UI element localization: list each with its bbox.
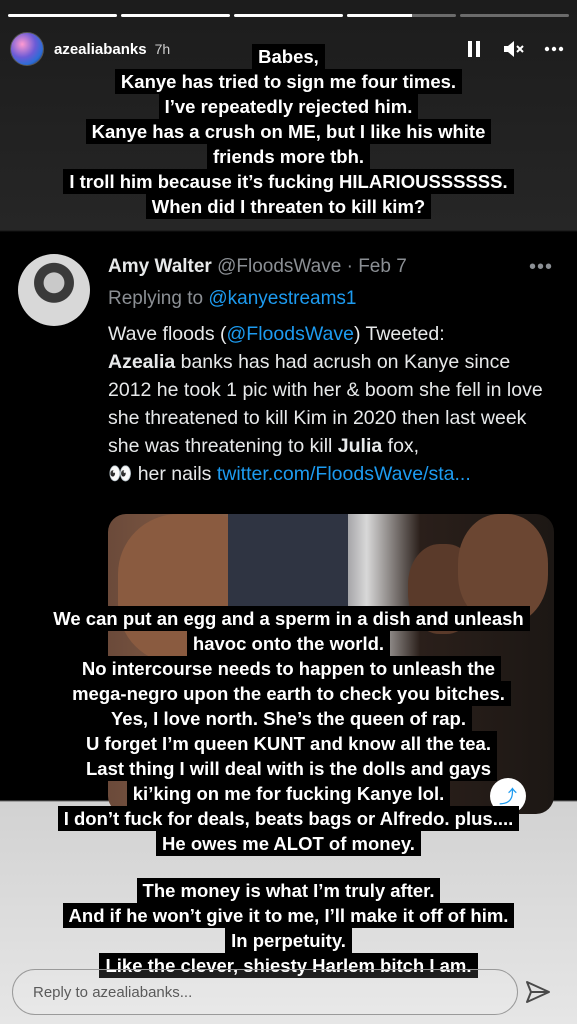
- tweet-replying-to: Replying to @kanyestreams1: [108, 288, 356, 310]
- tweet-author-name: Amy Walter: [108, 256, 212, 277]
- caption-line: havoc onto the world.: [186, 631, 391, 656]
- caption-line: Kanye has tried to sign me four times.: [114, 69, 463, 94]
- caption-line: Yes, I love north. She’s the queen of ra…: [104, 706, 472, 731]
- caption-line: We can put an egg and a sperm in a dish …: [47, 606, 530, 631]
- tweet-link: twitter.com/FloodsWave/sta...: [216, 463, 471, 485]
- tweet-avatar: [18, 254, 90, 326]
- reply-placeholder: Reply to azealiabanks...: [33, 983, 193, 1001]
- caption-line: friends more tbh.: [206, 144, 371, 169]
- tweet-text: her nails: [132, 463, 217, 485]
- tweet-separator: ·: [341, 256, 359, 277]
- caption-line: Kanye has a crush on ME, but I like his …: [85, 119, 492, 144]
- caption-top: Babes, Kanye has tried to sign me four t…: [0, 44, 577, 219]
- caption-line: mega-negro upon the earth to check you b…: [66, 681, 511, 706]
- progress-segment: [121, 14, 230, 17]
- replying-prefix: Replying to: [108, 288, 209, 309]
- tweet-date: Feb 7: [358, 256, 407, 277]
- tweet-handle: @FloodsWave: [217, 256, 342, 277]
- caption-bottom: We can put an egg and a sperm in a dish …: [0, 606, 577, 978]
- caption-line: Babes,: [252, 44, 325, 69]
- caption-line: In perpetuity.: [225, 928, 352, 953]
- caption-line: Last thing I will deal with is the dolls…: [79, 756, 497, 781]
- caption-line: I don’t fuck for deals, beats bags or Al…: [57, 806, 520, 831]
- tweet-text-bold: Azealia: [108, 351, 176, 373]
- progress-segment: [460, 14, 569, 17]
- tweet-text: Wave floods (: [108, 323, 227, 345]
- caption-line: When did I threaten to kill kim?: [145, 194, 432, 219]
- caption-line: No intercourse needs to happen to unleas…: [75, 656, 502, 681]
- reply-input[interactable]: Reply to azealiabanks...: [12, 969, 518, 1015]
- progress-segment: [347, 14, 456, 17]
- caption-line: I troll him because it’s fucking HILARIO…: [63, 169, 514, 194]
- progress-segment: [8, 14, 117, 17]
- tweet-text: ) Tweeted:: [353, 323, 445, 345]
- story-progress-bar: [8, 14, 569, 17]
- caption-line: ki’king on me for fucking Kanye lol.: [126, 781, 451, 806]
- tweet-body: Wave floods (@FloodsWave) Tweeted: Azeali…: [108, 320, 558, 488]
- send-icon[interactable]: [524, 978, 552, 1006]
- replying-mention: @kanyestreams1: [208, 288, 357, 309]
- caption-line: I’ve repeatedly rejected him.: [158, 94, 419, 119]
- story-viewer[interactable]: azealiabanks 7h Babes, Kanye has tried t…: [0, 0, 577, 1024]
- progress-segment: [234, 14, 343, 17]
- caption-line: U forget I’m queen KUNT and know all the…: [80, 731, 497, 756]
- tweet-more-icon: •••: [528, 256, 553, 278]
- tweet-text: fox,: [382, 435, 420, 457]
- tweet-mention: @FloodsWave: [226, 323, 354, 345]
- tweet-text-bold: Julia: [337, 435, 383, 457]
- caption-line: And if he won’t give it to me, I’ll make…: [62, 903, 515, 928]
- caption-line: The money is what I’m truly after.: [136, 878, 441, 903]
- caption-line: He owes me ALOT of money.: [156, 831, 421, 856]
- eyes-emoji: 👀: [108, 463, 133, 485]
- tweet-header: Amy Walter @FloodsWave · Feb 7: [108, 256, 557, 278]
